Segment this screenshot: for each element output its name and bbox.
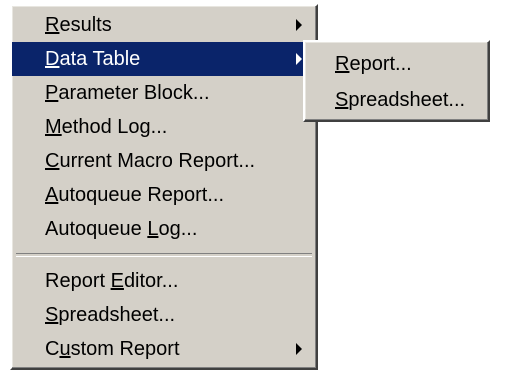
menu-item-label: Report... [335,53,412,75]
submenu-arrow-icon [296,53,302,65]
menu-item-autoqueue-log[interactable]: Autoqueue Log... [12,212,316,246]
menu-item-label: Custom Report [45,338,180,360]
menu-item-label: Autoqueue Log... [45,218,198,240]
menu-item-autoqueue-report[interactable]: Autoqueue Report... [12,178,316,212]
menu-item-report-editor[interactable]: Report Editor... [12,264,316,298]
menu-item-current-macro-report[interactable]: Current Macro Report... [12,144,316,178]
menu-item-label: Results [45,14,112,36]
submenu-item-report[interactable]: Report... [305,46,488,82]
menu-item-method-log[interactable]: Method Log... [12,110,316,144]
menu-item-parameter-block[interactable]: Parameter Block... [12,76,316,110]
menu-item-label: Spreadsheet... [45,304,176,326]
menu-item-custom-report[interactable]: Custom Report [12,332,316,366]
submenu-item-spreadsheet[interactable]: Spreadsheet... [305,82,488,118]
submenu-arrow-icon [296,19,302,31]
menu-item-label: Autoqueue Report... [45,184,225,206]
menu-item-label: Data Table [45,48,141,70]
context-menu: Results Data Table Parameter Block... Me… [10,4,318,370]
menu-separator [16,253,312,257]
menu-item-label: Spreadsheet... [335,89,466,111]
menu-item-spreadsheet[interactable]: Spreadsheet... [12,298,316,332]
menu-item-results[interactable]: Results [12,8,316,42]
submenu-arrow-icon [296,343,302,355]
menu-item-label: Report Editor... [45,270,179,292]
menu-item-data-table[interactable]: Data Table [12,42,316,76]
menu-item-label: Method Log... [45,116,168,138]
menu-item-label: Parameter Block... [45,82,210,104]
data-table-submenu: Report... Spreadsheet... [303,40,490,122]
menu-item-label: Current Macro Report... [45,150,256,172]
